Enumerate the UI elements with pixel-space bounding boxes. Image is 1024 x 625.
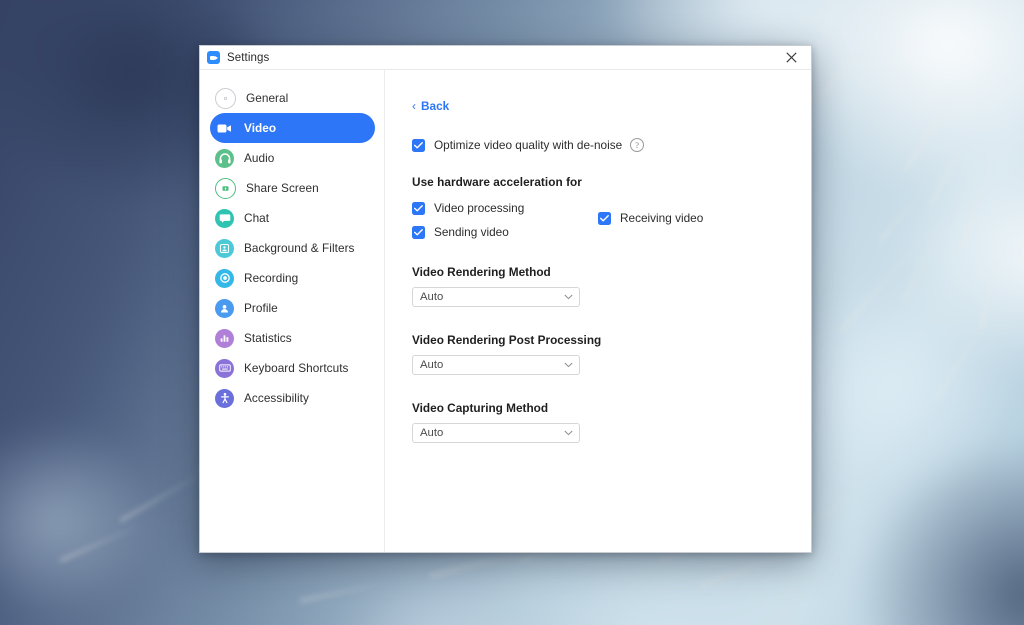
denoise-row: Optimize video quality with de-noise ? bbox=[412, 138, 811, 152]
back-label: Back bbox=[421, 99, 450, 113]
thorn-streak bbox=[979, 253, 1002, 332]
sending-video-row: Sending video bbox=[412, 225, 811, 239]
headphones-icon bbox=[215, 148, 234, 168]
sending-video-checkbox[interactable] bbox=[412, 225, 425, 239]
select-value: Auto bbox=[420, 427, 444, 439]
person-icon bbox=[215, 298, 234, 318]
keyboard-icon bbox=[215, 358, 234, 378]
sidebar-item-label: Share Screen bbox=[246, 181, 319, 195]
record-circle-icon bbox=[215, 268, 234, 288]
sidebar-item-share-screen[interactable]: Share Screen bbox=[210, 173, 375, 203]
video-rendering-method-label: Video Rendering Method bbox=[412, 265, 551, 279]
help-icon[interactable]: ? bbox=[630, 138, 645, 152]
sidebar-item-recording[interactable]: Recording bbox=[210, 263, 375, 293]
thorn-streak bbox=[904, 68, 970, 172]
video-rendering-post-processing-select[interactable]: Auto bbox=[412, 355, 580, 375]
check-icon bbox=[414, 228, 423, 235]
chevron-down-icon bbox=[564, 430, 573, 436]
sidebar-item-video[interactable]: Video bbox=[210, 113, 375, 143]
accessibility-icon bbox=[215, 388, 234, 408]
sidebar-item-accessibility[interactable]: Accessibility bbox=[210, 383, 375, 413]
thorn-streak bbox=[959, 147, 999, 252]
sidebar-item-label: Statistics bbox=[244, 331, 292, 345]
close-icon bbox=[785, 52, 797, 63]
sidebar-item-label: Chat bbox=[244, 211, 270, 225]
zoom-logo-icon bbox=[207, 51, 220, 64]
receiving-video-label: Receiving video bbox=[620, 211, 704, 225]
close-button[interactable] bbox=[771, 46, 811, 69]
hardware-acceleration-options: Video processing Receiving video Sending… bbox=[412, 201, 811, 239]
thorn-streak bbox=[59, 523, 143, 562]
video-capturing-method-label: Video Capturing Method bbox=[412, 401, 549, 415]
sidebar-item-chat[interactable]: Chat bbox=[210, 203, 375, 233]
sidebar-item-label: Accessibility bbox=[244, 391, 309, 405]
denoise-label: Optimize video quality with de-noise bbox=[434, 138, 623, 152]
select-value: Auto bbox=[420, 291, 444, 303]
sidebar-item-label: Background & Filters bbox=[244, 241, 355, 255]
chat-bubble-icon bbox=[215, 208, 234, 228]
sidebar-item-label: Audio bbox=[244, 151, 275, 165]
check-icon bbox=[414, 141, 423, 148]
thorn-streak bbox=[934, 298, 1000, 402]
denoise-checkbox[interactable] bbox=[412, 138, 425, 152]
thorn-streak bbox=[929, 126, 974, 207]
sidebar-item-label: Profile bbox=[244, 301, 278, 315]
chevron-down-icon bbox=[564, 362, 573, 368]
sidebar-item-audio[interactable]: Audio bbox=[210, 143, 375, 173]
desktop-background: Settings General Video Audio Share Scree… bbox=[0, 0, 1024, 625]
sidebar-item-background-filters[interactable]: Background & Filters bbox=[210, 233, 375, 263]
video-processing-checkbox[interactable] bbox=[412, 201, 425, 215]
bar-chart-icon bbox=[215, 328, 234, 348]
check-icon bbox=[414, 204, 423, 211]
back-link[interactable]: ‹ Back bbox=[412, 99, 449, 113]
video-rendering-post-processing-label: Video Rendering Post Processing bbox=[412, 333, 602, 347]
sidebar-item-label: General bbox=[246, 91, 289, 105]
person-frame-icon bbox=[215, 238, 234, 258]
receiving-video-checkbox[interactable] bbox=[598, 211, 611, 225]
settings-sidebar: General Video Audio Share Screen Chat Ba… bbox=[200, 70, 385, 552]
sidebar-item-label: Keyboard Shortcuts bbox=[244, 361, 349, 375]
video-camera-icon bbox=[215, 119, 234, 138]
window-body: General Video Audio Share Screen Chat Ba… bbox=[200, 70, 811, 552]
settings-window: Settings General Video Audio Share Scree… bbox=[199, 45, 812, 553]
sidebar-item-profile[interactable]: Profile bbox=[210, 293, 375, 323]
gear-icon bbox=[215, 87, 236, 109]
chevron-down-icon bbox=[564, 294, 573, 300]
sidebar-item-statistics[interactable]: Statistics bbox=[210, 323, 375, 353]
hardware-acceleration-title: Use hardware acceleration for bbox=[412, 175, 582, 189]
thorn-streak bbox=[904, 209, 949, 302]
window-titlebar: Settings bbox=[200, 46, 811, 70]
sidebar-item-label: Video bbox=[244, 121, 277, 135]
thorn-streak bbox=[119, 470, 208, 522]
video-capturing-method-select[interactable]: Auto bbox=[412, 423, 580, 443]
sidebar-item-keyboard-shortcuts[interactable]: Keyboard Shortcuts bbox=[210, 353, 375, 383]
check-icon bbox=[600, 214, 609, 221]
settings-content-panel: ‹ Back Optimize video quality with de-no… bbox=[385, 70, 811, 552]
sending-video-label: Sending video bbox=[434, 225, 509, 239]
thorn-streak bbox=[879, 186, 926, 242]
receiving-video-row: Receiving video bbox=[598, 211, 703, 225]
sidebar-item-general[interactable]: General bbox=[210, 83, 375, 113]
thorn-streak bbox=[819, 45, 871, 97]
chevron-left-icon: ‹ bbox=[412, 99, 416, 113]
sidebar-item-label: Recording bbox=[244, 271, 299, 285]
window-title: Settings bbox=[227, 51, 270, 64]
select-value: Auto bbox=[420, 359, 444, 371]
video-rendering-method-select[interactable]: Auto bbox=[412, 287, 580, 307]
thorn-streak bbox=[299, 581, 389, 602]
share-screen-icon bbox=[215, 177, 236, 199]
video-processing-label: Video processing bbox=[434, 201, 525, 215]
